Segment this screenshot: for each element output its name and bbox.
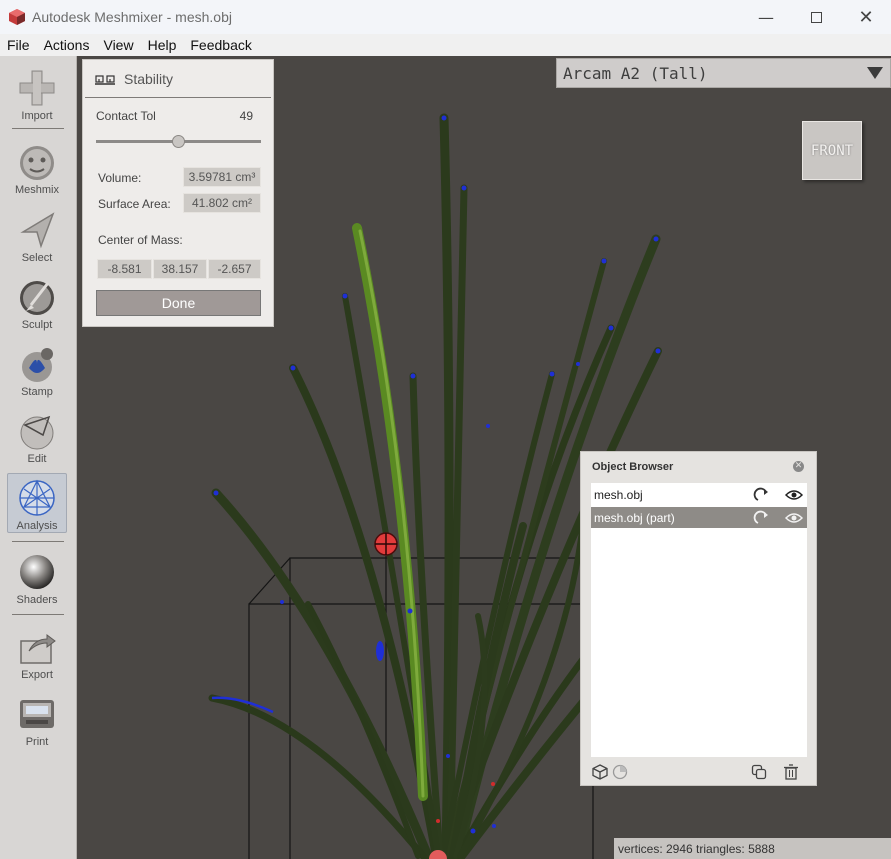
stamp-icon: [22, 348, 53, 382]
arrow-cursor-icon: [20, 212, 55, 249]
tool-sculpt[interactable]: Sculpt: [5, 273, 69, 335]
stability-title: Stability: [124, 70, 174, 87]
tool-meshmix[interactable]: Meshmix: [5, 138, 69, 200]
object-name: mesh.obj: [594, 487, 643, 502]
object-row-mesh-part[interactable]: mesh.obj (part): [591, 507, 807, 528]
minimize-icon: —: [758, 7, 774, 27]
volume-value: 3.59781 cm³: [183, 167, 261, 187]
center-of-mass-label: Center of Mass:: [98, 233, 183, 247]
toolbar-divider: [12, 541, 64, 542]
plus-icon: [19, 70, 55, 106]
close-button[interactable]: ✕: [841, 0, 891, 34]
maximize-icon: [810, 11, 822, 23]
meshmixer-logo-icon: [9, 9, 25, 25]
contact-tol-value: 49: [239, 109, 253, 123]
window-title: Autodesk Meshmixer - mesh.obj: [32, 9, 232, 25]
cube-icon[interactable]: [592, 764, 608, 780]
shader-ball-icon: [20, 555, 54, 589]
tool-export[interactable]: Export: [5, 623, 69, 685]
tool-print[interactable]: Print: [5, 690, 69, 752]
magnet-icon[interactable]: [753, 487, 771, 503]
contact-tol-slider-handle[interactable]: [172, 135, 185, 148]
tool-sidebar: Import Meshmix Select Sculpt Stamp Edit …: [0, 56, 77, 859]
object-browser-panel: Object Browser ✕ mesh.obj mesh.obj (part…: [580, 451, 817, 786]
menu-file[interactable]: File: [0, 37, 37, 53]
analysis-sphere-icon: [19, 479, 55, 516]
view-cube[interactable]: FRONT: [802, 121, 862, 180]
center-of-mass-marker: [374, 532, 398, 556]
eye-icon[interactable]: [785, 487, 803, 503]
printer-icon: [20, 700, 54, 728]
view-cube-face-label: FRONT: [810, 142, 854, 159]
center-of-mass-y: 38.157: [153, 259, 207, 279]
magnet-icon[interactable]: [753, 510, 771, 526]
bunny-head-icon: [20, 146, 54, 180]
trash-icon[interactable]: [783, 764, 799, 780]
contact-tol-label: Contact Tol: [96, 109, 156, 123]
printer-selected-label: Arcam A2 (Tall): [563, 63, 708, 83]
brush-icon: [20, 281, 54, 315]
minimize-button[interactable]: —: [741, 0, 791, 34]
object-row-mesh[interactable]: mesh.obj: [591, 484, 807, 505]
object-browser-footer: [591, 764, 807, 782]
close-icon: ✕: [858, 6, 874, 28]
tool-shaders[interactable]: Shaders: [5, 548, 69, 610]
center-of-mass-x: -8.581: [97, 259, 152, 279]
export-icon: [20, 634, 56, 664]
eye-icon[interactable]: [785, 510, 803, 526]
stability-panel: Stability Contact Tol 49 Volume: 3.59781…: [82, 59, 274, 327]
object-list: mesh.obj mesh.obj (part): [591, 483, 807, 757]
pie-icon[interactable]: [612, 764, 628, 780]
title-bar: Autodesk Meshmixer - mesh.obj — ✕: [0, 0, 891, 34]
object-name: mesh.obj (part): [594, 510, 675, 525]
surface-area-value: 41.802 cm²: [183, 193, 261, 213]
status-bar: vertices: 2946 triangles: 5888: [614, 838, 891, 859]
edit-sphere-icon: [20, 415, 54, 450]
tool-analysis[interactable]: Analysis: [7, 473, 67, 533]
maximize-button[interactable]: [791, 0, 841, 34]
tool-select[interactable]: Select: [5, 206, 69, 268]
surface-area-label: Surface Area:: [98, 197, 171, 211]
menu-view[interactable]: View: [96, 37, 140, 53]
menu-actions[interactable]: Actions: [37, 37, 97, 53]
done-button[interactable]: Done: [96, 290, 261, 316]
tool-stamp[interactable]: Stamp: [5, 340, 69, 402]
center-of-mass-z: -2.657: [208, 259, 261, 279]
mesh-stats: vertices: 2946 triangles: 5888: [618, 841, 775, 856]
menu-help[interactable]: Help: [141, 37, 184, 53]
tool-edit[interactable]: Edit: [5, 407, 69, 469]
toolbar-divider: [12, 614, 64, 615]
toolbar-divider: [12, 128, 64, 129]
tool-import[interactable]: Import: [5, 64, 69, 126]
dropdown-arrow-icon: [867, 67, 883, 79]
stability-header: Stability: [85, 60, 271, 98]
close-icon[interactable]: ✕: [793, 461, 804, 472]
menu-feedback[interactable]: Feedback: [183, 37, 258, 53]
duplicate-icon[interactable]: [751, 764, 767, 780]
menu-bar: File Actions View Help Feedback: [0, 34, 891, 56]
volume-label: Volume:: [98, 171, 142, 185]
object-browser-title: Object Browser: [592, 461, 674, 473]
balance-scale-icon: [95, 74, 115, 85]
printer-dropdown[interactable]: Arcam A2 (Tall): [556, 58, 891, 88]
